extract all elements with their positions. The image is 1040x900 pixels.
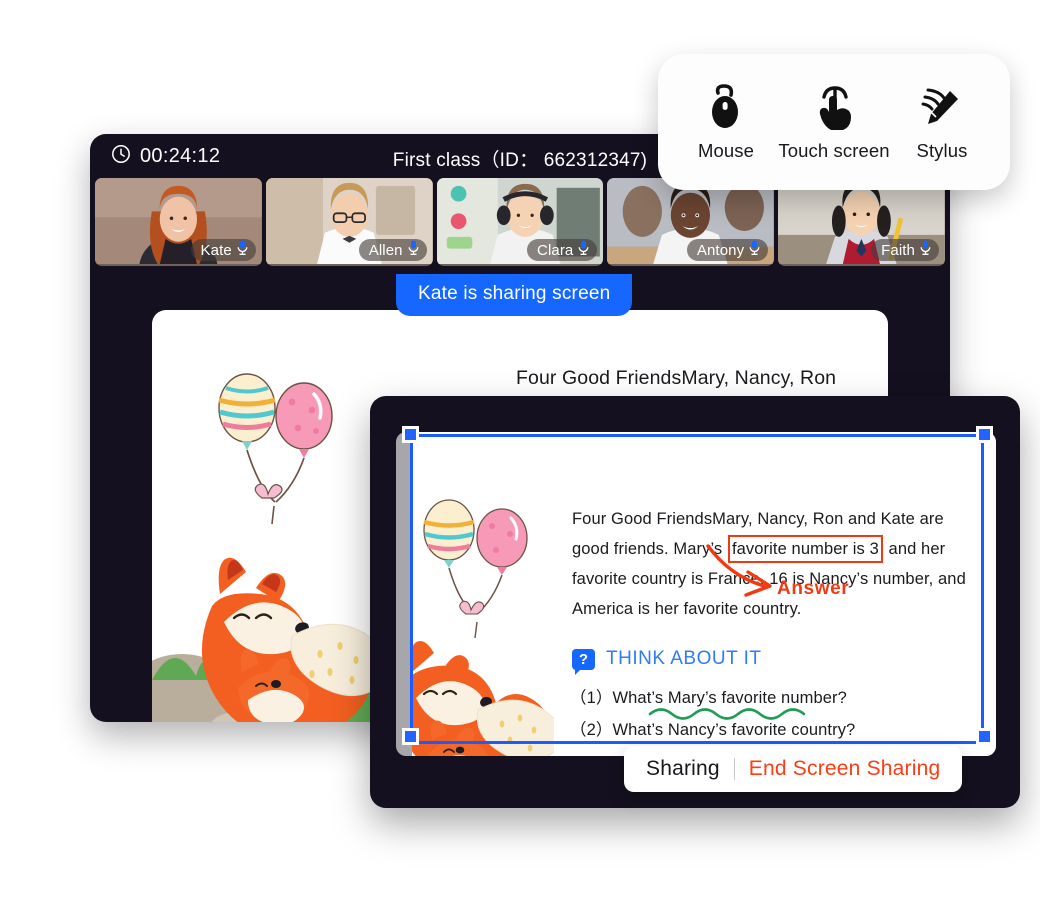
participant-name-pill: Allen: [358, 239, 427, 261]
microphone-icon: [919, 239, 932, 261]
participant-name: Faith: [881, 241, 915, 259]
microphone-icon: [577, 239, 590, 261]
resize-handle-top-right[interactable]: [976, 426, 993, 443]
lesson-line-1: Four Good FriendsMary, Nancy, Ron and Ka…: [572, 510, 944, 528]
think-about-it-title: THINK ABOUT IT: [606, 648, 762, 669]
fox-family: [412, 641, 554, 756]
mouse-icon: [704, 82, 748, 130]
share-bezel: Four Good FriendsMary, Nancy, Ron and Ka…: [396, 432, 996, 756]
green-wavy-underline: [648, 708, 806, 720]
participant-tile-faith[interactable]: Faith: [778, 178, 945, 266]
touch-hand-icon: [812, 82, 856, 130]
question-list: （1）What’s Mary’s favorite number? （2）Wha…: [570, 682, 996, 746]
question-mark-icon: ?: [572, 648, 595, 675]
participant-name-pill: Faith: [871, 239, 939, 261]
microphone-icon: [748, 239, 761, 261]
mode-option-touch-screen[interactable]: Touch screen: [778, 82, 890, 162]
participant-name: Antony: [696, 241, 745, 259]
participant-strip: Kate Allen Clara Antony Faith: [92, 178, 948, 266]
resize-handle-bottom-left[interactable]: [402, 728, 419, 745]
input-mode-toolbar: Mouse Touch screen Stylus: [658, 54, 1010, 190]
mode-label: Touch screen: [778, 140, 890, 161]
end-screen-sharing-button[interactable]: End Screen Sharing: [749, 757, 941, 781]
mode-label: Mouse: [697, 140, 755, 161]
participant-name: Clara: [537, 241, 574, 259]
participant-name: Allen: [368, 241, 403, 259]
participant-name: Kate: [200, 241, 232, 259]
stylus-pen-icon: [920, 82, 964, 130]
sharing-status-label: Sharing: [646, 757, 720, 780]
microphone-icon: [236, 239, 249, 261]
participant-name-pill: Kate: [190, 239, 256, 261]
fox-family: [201, 557, 393, 722]
balloons: [218, 373, 333, 525]
mode-option-mouse[interactable]: Mouse: [674, 82, 778, 162]
think-about-it-heading: ? THINK ABOUT IT: [572, 648, 762, 675]
participant-tile-clara[interactable]: Clara: [436, 178, 604, 266]
participant-name-pill: Clara: [527, 239, 598, 261]
screenshot-stage: 00:24:12 First class（ID： 662312347) Kate…: [0, 0, 1040, 900]
mode-label: Stylus: [916, 140, 968, 161]
sharing-control-bar: Sharing End Screen Sharing: [624, 746, 963, 792]
sharing-status-banner: Kate is sharing screen: [396, 274, 633, 316]
divider: [733, 758, 735, 780]
participant-tile-kate[interactable]: Kate: [95, 178, 262, 266]
balloons: [423, 499, 528, 639]
resize-handle-bottom-right[interactable]: [976, 728, 993, 745]
participant-tile-antony[interactable]: Antony: [607, 178, 775, 266]
mode-option-stylus[interactable]: Stylus: [890, 82, 994, 162]
answer-annotation-label: Answer: [777, 578, 850, 599]
resize-handle-top-left[interactable]: [402, 426, 419, 443]
participant-name-pill: Antony: [686, 239, 769, 261]
shared-page: Four Good FriendsMary, Nancy, Ron and Ka…: [412, 432, 996, 756]
fox-illustration: [412, 499, 554, 756]
participant-tile-allen[interactable]: Allen: [265, 178, 433, 266]
microphone-icon: [407, 239, 420, 261]
